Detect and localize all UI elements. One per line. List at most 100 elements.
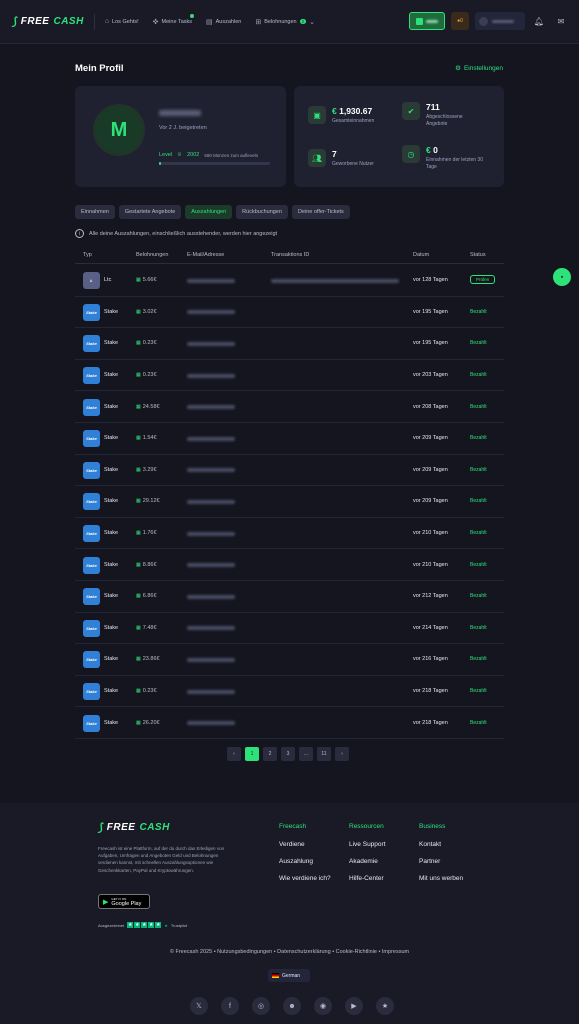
reward-value: 1.54€ xyxy=(142,435,157,442)
level-value: 2002 xyxy=(187,152,200,158)
litecoin-icon: Ł xyxy=(83,272,100,290)
earnings-label: Gesamteinnahmen xyxy=(332,118,375,124)
freecash-logo[interactable]: ⟆ FREE CASH xyxy=(12,15,84,28)
reward-amount: ▦ 29.12€ xyxy=(136,498,160,504)
reward-value: 1.76€ xyxy=(142,530,157,537)
tab-einnahmen[interactable]: Einnahmen xyxy=(75,205,115,219)
coins-icon: ▦ xyxy=(136,340,141,347)
logo-text-free: FREE xyxy=(106,822,136,833)
footer-link-akademie[interactable]: Akademie xyxy=(349,858,386,865)
instagram-icon[interactable]: ◎ xyxy=(252,997,270,1015)
status-badge: Bezahlt xyxy=(470,593,487,600)
trustpilot-rating[interactable]: Ausgezeichnet ★ ★ ★ ★ ★ ★ Trustpilot xyxy=(98,922,187,928)
page-button-11[interactable]: 11 xyxy=(317,747,331,761)
email-blurred xyxy=(187,310,235,315)
page-button-1[interactable]: 1 xyxy=(245,747,259,761)
youtube-icon[interactable]: ▶ xyxy=(345,997,363,1015)
footer-link-hilfe-center[interactable]: Hilfe-Center xyxy=(349,875,386,882)
live-chat-button[interactable]: ▪ xyxy=(553,268,571,286)
stake-icon: Stake xyxy=(83,525,100,543)
info-note-text: Alle deine Auszahlungen, einschließlich … xyxy=(89,230,278,237)
trustpilot-icon[interactable]: ★ xyxy=(376,997,394,1015)
payout-method: Stake xyxy=(104,498,119,505)
google-play-button[interactable]: ▶ GET IT ON Google Play xyxy=(98,894,150,909)
status-badge: Bezahlt xyxy=(470,403,487,410)
tab-auszahlungen[interactable]: Auszahlungen xyxy=(185,205,233,219)
reward-amount: ▦ 23.86€ xyxy=(136,656,160,662)
page-button-3[interactable]: 3 xyxy=(281,747,295,761)
wallet-icon: ▤ xyxy=(206,18,213,26)
payout-method: Stake xyxy=(104,688,119,695)
tab-offer-tickets[interactable]: Deine offer-Tickets xyxy=(291,205,350,219)
status-badge: Bezahlt xyxy=(470,372,487,379)
balance-amount-blurred xyxy=(426,19,438,23)
footer-link-mit-uns-werben[interactable]: Mit uns werben xyxy=(419,875,463,882)
status-badge[interactable]: Prüfen xyxy=(470,275,496,285)
gear-icon: ⚙ xyxy=(455,65,461,72)
coins-icon: ▦ xyxy=(136,688,141,695)
table-row: Stake Stake ▦ 0.23€ vor 203 Tagen Bezahlt xyxy=(75,360,504,392)
nav-item-belohnungen[interactable]: ⊞ Belohnungen 2 ⌄ xyxy=(255,18,315,26)
x-icon[interactable]: 𝕏 xyxy=(190,997,208,1015)
payout-date: vor 212 Tagen xyxy=(413,593,448,600)
footer-link-live-support[interactable]: Live Support xyxy=(349,841,386,848)
facebook-icon[interactable]: f xyxy=(221,997,239,1015)
user-menu[interactable] xyxy=(475,12,525,30)
german-flag-icon xyxy=(272,973,279,978)
nav-item-los-gehts[interactable]: ⌂ Los Gehts! xyxy=(105,18,139,26)
column-header-typ: Typ xyxy=(83,252,92,258)
coins-icon: ▦ xyxy=(136,561,141,568)
footer-link-verdiene[interactable]: Verdiene xyxy=(279,841,331,848)
google-play-text: Google Play xyxy=(111,900,142,907)
tab-gestartete-angebote[interactable]: Gestartete Angebote xyxy=(118,205,182,219)
payout-method: Stake xyxy=(104,624,119,631)
level-progress-bar xyxy=(159,162,270,165)
reddit-icon[interactable]: ☻ xyxy=(283,997,301,1015)
footer-logo[interactable]: ⟆ FREE CASH xyxy=(98,821,170,834)
footer-link-partner[interactable]: Partner xyxy=(419,858,463,865)
footer-link-auszahlung[interactable]: Auszahlung xyxy=(279,858,331,865)
column-header-email: E-Mail/Adresse xyxy=(187,252,225,258)
table-row: Stake Stake ▦ 24.58€ vor 208 Tagen Bezahlt xyxy=(75,391,504,423)
footer-link-wie-verdiene-ich[interactable]: Wie verdiene ich? xyxy=(279,875,331,882)
payout-method: Stake xyxy=(104,403,119,410)
coin-button[interactable]: ● 0 xyxy=(451,12,469,30)
language-selector[interactable]: German xyxy=(268,969,310,982)
discord-icon[interactable]: ◉ xyxy=(314,997,332,1015)
payout-method: Stake xyxy=(104,340,119,347)
settings-label: Einstellungen xyxy=(463,64,503,72)
reward-amount: ▦ 24.58€ xyxy=(136,404,160,410)
table-row: Stake Stake ▦ 1.76€ vor 210 Tagen Bezahlt xyxy=(75,518,504,550)
email-blurred xyxy=(187,405,235,410)
footer-legal-links[interactable]: © Freecash 2025 • Nutzungsbedingungen • … xyxy=(0,949,579,955)
coins-icon: ▦ xyxy=(136,593,141,600)
reward-value: 6.86€ xyxy=(142,593,157,600)
page-button-2[interactable]: 2 xyxy=(263,747,277,761)
email-blurred xyxy=(187,278,235,283)
offers-label: Abgeschlossene Angebote xyxy=(426,114,463,127)
settings-link[interactable]: ⚙ Einstellungen xyxy=(455,64,503,73)
reward-value: 3.29€ xyxy=(142,466,157,473)
recent-label: Einnahmen der letzten 30 Tage xyxy=(426,157,483,170)
nav-item-meine-tasks[interactable]: ✜ Meine Tasks xyxy=(153,13,194,26)
tab-rueckbuchungen[interactable]: Rückbuchungen xyxy=(236,205,288,219)
bell-icon[interactable]: 🔔︎ xyxy=(531,13,547,29)
table-row: Stake Stake ▦ 26.20€ vor 218 Tagen Bezahlt xyxy=(75,707,504,739)
reward-amount: ▦ 3.29€ xyxy=(136,467,157,473)
table-row: Stake Stake ▦ 0.23€ vor 218 Tagen Bezahlt xyxy=(75,676,504,708)
currency-symbol: € xyxy=(332,106,337,116)
stake-icon: Stake xyxy=(83,619,100,637)
page-next-button[interactable]: › xyxy=(335,747,349,761)
nav-label: Meine Tasks xyxy=(161,18,192,25)
reward-amount: ▦ 8.86€ xyxy=(136,562,157,568)
payout-date: vor 216 Tagen xyxy=(413,656,448,663)
balance-button[interactable] xyxy=(409,12,445,30)
reward-amount: ▦ 0.23€ xyxy=(136,340,157,346)
recent-value: 0 xyxy=(433,145,438,155)
chat-bubble-icon: ▪ xyxy=(560,273,564,281)
nav-item-auszahlen[interactable]: ▤ Auszahlen xyxy=(206,18,241,26)
footer-link-kontakt[interactable]: Kontakt xyxy=(419,841,463,848)
chat-icon[interactable]: ✉ xyxy=(553,13,569,29)
stake-icon: Stake xyxy=(83,651,100,669)
page-prev-button[interactable]: ‹ xyxy=(227,747,241,761)
